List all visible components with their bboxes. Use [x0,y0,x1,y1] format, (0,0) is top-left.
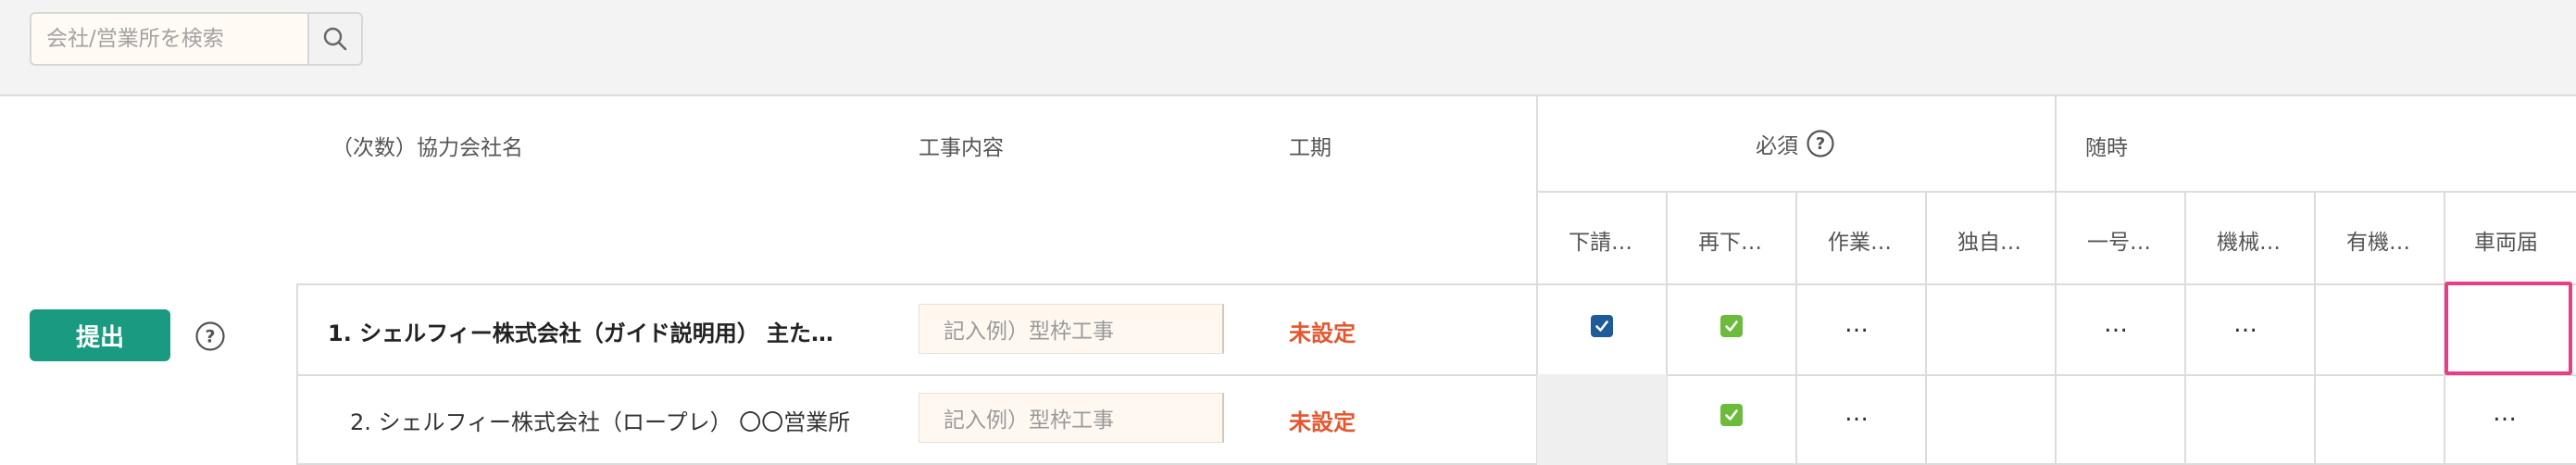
more-options-button[interactable]: … [2233,310,2258,338]
checkbox-checked[interactable] [1720,404,1743,426]
col-optional-1[interactable]: 一号… [2087,224,2151,256]
more-options-button[interactable]: … [2493,399,2518,427]
help-icon[interactable]: ? [1806,129,1835,158]
svg-text:?: ? [205,327,215,347]
col-required-3[interactable]: 作業… [1828,224,1892,256]
work-content-input[interactable]: 記入例）型枠工事 [919,304,1224,354]
submit-help-icon[interactable]: ? [194,320,226,352]
checkbox-checked[interactable] [1591,315,1613,337]
col-optional-3[interactable]: 有機… [2346,224,2410,256]
highlighted-cell[interactable] [2445,282,2572,375]
search-icon [323,27,347,51]
company-name[interactable]: 1. シェルフィー株式会社（ガイド説明用） 主たる… [328,315,856,347]
period-value[interactable]: 未設定 [1289,315,1356,347]
more-options-button[interactable]: … [2104,310,2129,338]
col-required-4[interactable]: 独自… [1957,224,2021,256]
company-name[interactable]: 2. シェルフィー株式会社（ロープレ） 〇〇営業所 [350,404,869,436]
header-required: 必須 ? [1756,128,1835,159]
header-work: 工事内容 [919,136,1004,160]
col-optional-2[interactable]: 機械… [2217,224,2281,256]
work-content-input[interactable]: 記入例）型枠工事 [919,393,1224,443]
checkbox-checked[interactable] [1720,315,1743,337]
col-required-1[interactable]: 下請… [1569,224,1632,256]
toolbar [0,0,2576,96]
search-input[interactable] [30,12,307,66]
header-company: （次数）協力会社名 [331,136,523,160]
col-required-2[interactable]: 再下… [1698,224,1762,256]
search-button[interactable] [307,12,363,66]
svg-text:?: ? [1816,134,1825,154]
check-icon [1725,320,1738,332]
period-value[interactable]: 未設定 [1289,404,1356,436]
header-required-label: 必須 [1756,134,1798,158]
submit-button[interactable]: 提出 [30,309,170,361]
disabled-cell [1537,374,1667,465]
more-options-button[interactable]: … [1844,399,1869,427]
header-period: 工期 [1289,136,1332,160]
col-optional-4[interactable]: 車両届 [2474,224,2538,256]
company-search [30,12,363,66]
header-optional: 随時 [2085,136,2128,160]
check-icon [1725,409,1738,421]
more-options-button[interactable]: … [1844,310,1869,338]
check-icon [1595,320,1608,332]
